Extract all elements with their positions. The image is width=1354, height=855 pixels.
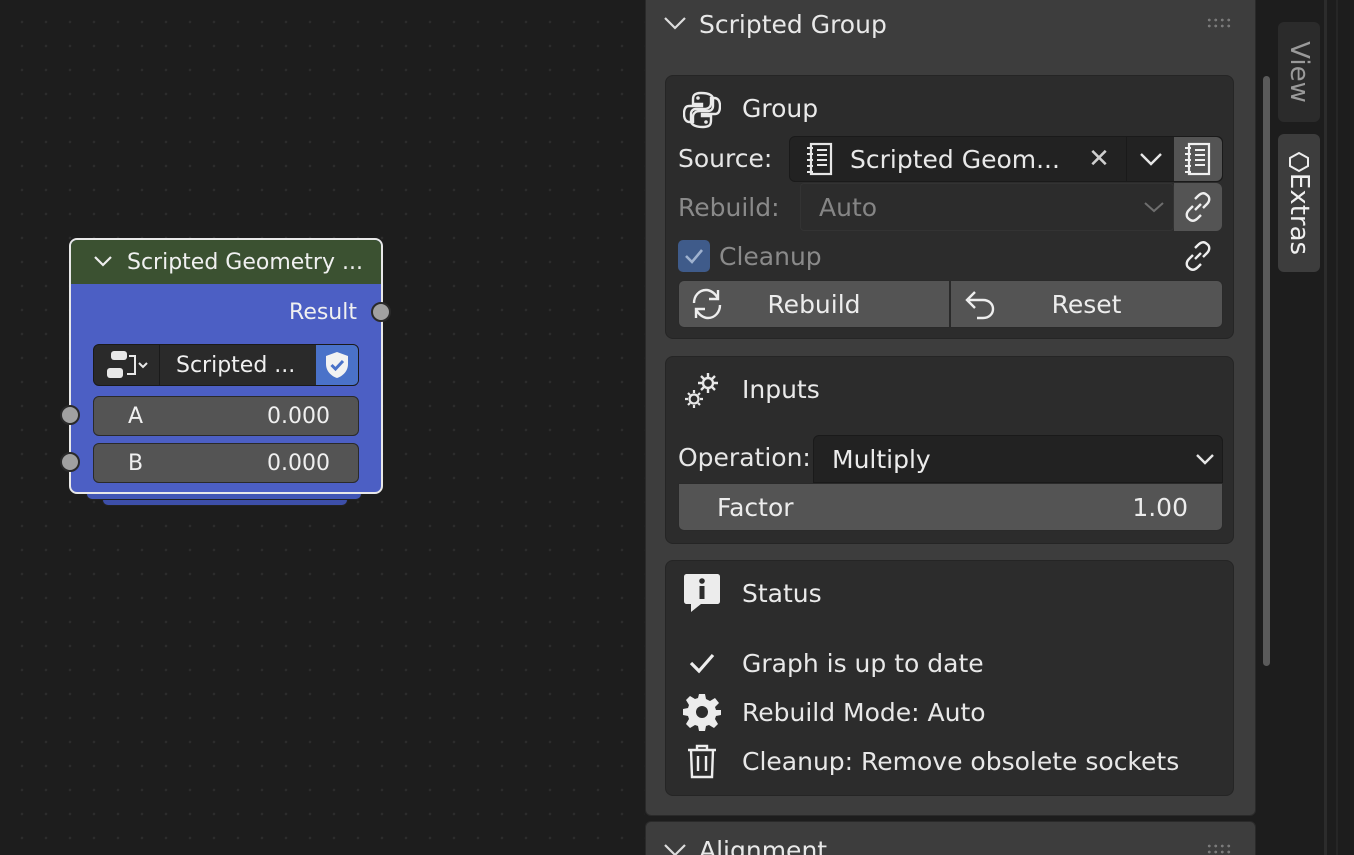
status-subpanel: Status Graph is up to date Rebuild Mode:… [665, 560, 1234, 796]
operation-select[interactable]: Multiply [813, 435, 1223, 483]
scripted-geometry-node[interactable]: Scripted Geometry ... Result Scripted ..… [69, 238, 383, 494]
undo-icon [951, 286, 1007, 322]
tab-view-label: View [1284, 41, 1314, 103]
factor-label: Factor [717, 492, 794, 522]
node-type-dropdown[interactable] [94, 345, 160, 385]
rebuild-mode-select[interactable]: Auto [800, 183, 1174, 231]
info-icon [682, 573, 722, 613]
cleanup-checkbox[interactable] [678, 240, 710, 272]
panel-header[interactable]: Scripted Group [663, 4, 887, 44]
panel-title: Scripted Group [699, 9, 887, 39]
source-value[interactable]: Scripted Geom... [850, 145, 1072, 174]
operation-value: Multiply [832, 444, 931, 474]
node-header[interactable]: Scripted Geometry ... [71, 240, 381, 284]
status-text: Graph is up to date [742, 648, 984, 678]
reset-button-label: Reset [1051, 289, 1122, 319]
input-a-label: A [128, 403, 144, 429]
browse-dropdown[interactable] [1126, 137, 1174, 181]
inputs-title: Inputs [742, 375, 820, 404]
chevron-down-icon [1144, 202, 1164, 213]
check-icon [685, 249, 703, 264]
tab-view[interactable]: View [1278, 22, 1320, 122]
link-icon [1185, 241, 1211, 271]
node-title: Scripted Geometry ... [127, 249, 363, 275]
rebuild-button-label: Rebuild [767, 289, 861, 319]
python-icon [682, 90, 722, 130]
rebuild-button[interactable]: Rebuild [678, 280, 950, 328]
status-item: Graph is up to date [682, 643, 984, 683]
gears-icon [682, 371, 722, 411]
status-title: Status [742, 579, 822, 608]
node-output-label: Result [289, 300, 357, 325]
factor-value[interactable]: 1.00 [1132, 493, 1188, 522]
text-block-icon [790, 142, 850, 176]
rebuild-value: Auto [819, 192, 878, 222]
factor-field[interactable]: Factor 1.00 [678, 483, 1223, 531]
check-icon [682, 652, 722, 674]
node-input-a[interactable]: A 0.000 [93, 396, 359, 436]
drag-handle-icon[interactable] [1206, 843, 1232, 855]
link-button[interactable] [1174, 232, 1222, 280]
region-divider [1336, 0, 1338, 855]
chevron-down-icon[interactable] [93, 252, 113, 273]
gear-icon [682, 693, 722, 731]
inputs-subpanel: Inputs Operation: Multiply Factor 1.00 [665, 356, 1234, 544]
chevron-down-icon [1196, 454, 1214, 465]
chevron-down-icon[interactable] [663, 12, 687, 36]
status-item: Rebuild Mode: Auto [682, 692, 986, 732]
drag-handle-icon[interactable] [1206, 17, 1232, 29]
rebuild-label: Rebuild: [678, 193, 780, 222]
refresh-icon [679, 286, 735, 322]
tab-extras[interactable]: Extras [1278, 134, 1320, 272]
region-divider [1324, 0, 1327, 855]
group-title: Group [742, 94, 819, 123]
text-editor-button[interactable] [1174, 137, 1222, 181]
fake-user-shield-icon[interactable] [316, 345, 358, 385]
clear-icon[interactable]: ✕ [1072, 144, 1126, 174]
input-socket-b[interactable] [60, 452, 80, 472]
chevron-down-icon[interactable] [663, 842, 687, 855]
status-text: Cleanup: Remove obsolete sockets [742, 746, 1180, 776]
input-a-value[interactable]: 0.000 [267, 404, 330, 429]
input-b-label: B [128, 450, 144, 476]
text-block-icon [1185, 142, 1211, 176]
node-input-b[interactable]: B 0.000 [93, 443, 359, 483]
operation-label: Operation: [678, 443, 811, 472]
input-b-value[interactable]: 0.000 [267, 451, 330, 476]
output-socket[interactable] [371, 302, 391, 322]
node-group-selector[interactable]: Scripted ... [93, 344, 359, 386]
status-text: Rebuild Mode: Auto [742, 697, 986, 727]
cleanup-label[interactable]: Cleanup [719, 242, 822, 271]
input-socket-a[interactable] [60, 405, 80, 425]
node-tree-icon [106, 351, 148, 378]
alignment-panel-title: Alignment [699, 835, 828, 855]
group-subpanel: Group Source: Scripted Geom... ✕ Rebuild… [665, 75, 1234, 339]
tab-extras-label: Extras [1284, 172, 1314, 256]
trash-icon [682, 743, 722, 779]
status-item: Cleanup: Remove obsolete sockets [682, 741, 1179, 781]
link-button[interactable] [1174, 183, 1222, 231]
sidebar-tab-strip [1272, 0, 1354, 855]
alignment-panel-header[interactable]: Alignment [663, 830, 827, 855]
source-label: Source: [678, 144, 773, 173]
reset-button[interactable]: Reset [950, 280, 1223, 328]
chevron-down-icon [1139, 153, 1162, 166]
sidebar-scrollbar[interactable] [1263, 76, 1270, 666]
source-field[interactable]: Scripted Geom... ✕ [789, 136, 1223, 182]
node-group-name[interactable]: Scripted ... [160, 353, 316, 378]
link-icon [1185, 192, 1211, 222]
